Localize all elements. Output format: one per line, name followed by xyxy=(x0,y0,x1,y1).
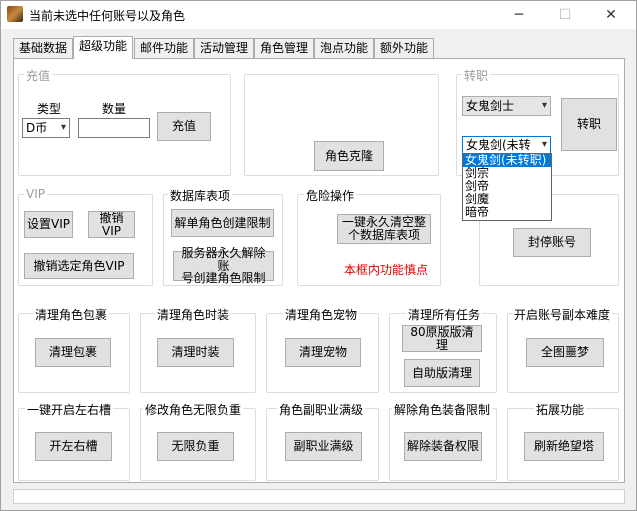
infinite-weight-button[interactable]: 无限负重 xyxy=(157,432,234,461)
maximize-button[interactable]: ☐ xyxy=(542,1,588,29)
class-select-value: 女鬼剑士 xyxy=(466,99,515,113)
dropdown-option[interactable]: 暗帝 xyxy=(463,206,551,219)
dropdown-option[interactable]: 剑帝 xyxy=(463,180,551,193)
window-title: 当前未选中任何账号以及角色 xyxy=(29,9,186,23)
infinite-weight-label: 修改角色无限负重 xyxy=(143,401,244,418)
tab-basic-data[interactable]: 基础数据 xyxy=(13,38,73,58)
danger-warning-text: 本框内功能慎点 xyxy=(344,263,429,277)
tab-extra[interactable]: 额外功能 xyxy=(374,38,434,58)
unlock-server-permanent-button[interactable]: 服务器永久解除账 号创建角色限制 xyxy=(173,247,274,284)
set-vip-button[interactable]: 设置VIP xyxy=(24,211,73,238)
chevron-down-icon: ▾ xyxy=(541,100,547,111)
currency-select-value: D币 xyxy=(26,121,48,135)
ban-account-button[interactable]: 封停账号 xyxy=(513,228,591,257)
sub-job-max-label: 角色副职业满级 xyxy=(277,401,366,418)
job-change-button[interactable]: 转职 xyxy=(561,98,617,151)
clear-fashion-button[interactable]: 清理时装 xyxy=(157,338,234,367)
tab-activity[interactable]: 活动管理 xyxy=(194,38,254,58)
tab-bubble-points[interactable]: 泡点功能 xyxy=(314,38,374,58)
clear-bag-button[interactable]: 清理包裹 xyxy=(35,338,111,367)
equip-limit-label: 解除角色装备限制 xyxy=(392,401,493,418)
main-window: 当前未选中任何账号以及角色 ─ ☐ ✕ 基础数据 超级功能 邮件功能 活动管理 … xyxy=(0,0,637,511)
database-group-label: 数据库表项 xyxy=(168,187,233,204)
amount-label: 数量 xyxy=(102,102,127,116)
clone-character-button[interactable]: 角色克隆 xyxy=(314,141,384,171)
clear-bag-label: 清理角色包裹 xyxy=(33,306,110,323)
nightmare-all-maps-button[interactable]: 全图噩梦 xyxy=(526,338,604,367)
tab-role-management[interactable]: 角色管理 xyxy=(254,38,314,58)
status-bar xyxy=(13,489,625,504)
cancel-vip-button[interactable]: 撤销VIP xyxy=(88,211,135,238)
left-right-slot-label: 一键开启左右槽 xyxy=(25,401,114,418)
clear-tasks-label: 清理所有任务 xyxy=(406,306,483,323)
close-button[interactable]: ✕ xyxy=(588,1,634,29)
dropdown-option[interactable]: 女鬼剑(未转职) xyxy=(463,154,551,167)
subclass-select-value: 女鬼剑(未转 xyxy=(466,138,531,152)
unlock-single-role-button[interactable]: 解单角色创建限制 xyxy=(171,209,274,237)
clear-fashion-label: 清理角色时装 xyxy=(155,306,232,323)
recharge-button[interactable]: 充值 xyxy=(157,112,211,141)
recharge-group-label: 充值 xyxy=(24,67,53,84)
danger-group-label: 危险操作 xyxy=(304,187,357,204)
chevron-down-icon: ▾ xyxy=(60,122,66,133)
job-change-group-label: 转职 xyxy=(462,67,491,84)
chevron-down-icon: ▾ xyxy=(541,139,547,150)
tab-super-functions[interactable]: 超级功能 xyxy=(73,36,133,59)
clear-pet-button[interactable]: 清理宠物 xyxy=(285,338,361,367)
dropdown-option[interactable]: 剑宗 xyxy=(463,167,551,180)
class-select[interactable]: 女鬼剑士 ▾ xyxy=(462,96,551,116)
remove-equip-limit-button[interactable]: 解除装备权限 xyxy=(404,432,482,461)
minimize-button[interactable]: ─ xyxy=(496,1,542,29)
subclass-dropdown-list: 女鬼剑(未转职) 剑宗 剑帝 剑魔 暗帝 xyxy=(462,153,552,221)
amount-input[interactable] xyxy=(78,118,150,138)
subclass-select[interactable]: 女鬼剑(未转 ▾ xyxy=(462,136,551,154)
clear-pet-label: 清理角色宠物 xyxy=(283,306,360,323)
cancel-selected-vip-button[interactable]: 撤销选定角色VIP xyxy=(24,253,134,279)
open-left-right-slot-button[interactable]: 开左右槽 xyxy=(35,432,112,461)
dungeon-difficulty-label: 开启账号副本难度 xyxy=(512,306,613,323)
clear-database-button[interactable]: 一键永久清空整 个数据库表项 xyxy=(337,214,431,244)
clear-tasks-original-button[interactable]: 80原版版清理 xyxy=(402,325,482,352)
sub-job-max-button[interactable]: 副职业满级 xyxy=(285,432,362,461)
extension-label: 拓展功能 xyxy=(534,401,587,418)
clear-tasks-selfhelp-button[interactable]: 自助版清理 xyxy=(404,359,480,387)
currency-select[interactable]: D币 ▾ xyxy=(22,118,70,138)
refresh-despair-tower-button[interactable]: 刷新绝望塔 xyxy=(524,432,604,461)
tab-mail[interactable]: 邮件功能 xyxy=(134,38,194,58)
vip-group-label: VIP xyxy=(24,187,47,201)
dropdown-option[interactable]: 剑魔 xyxy=(463,193,551,206)
game-avatar-icon xyxy=(7,6,23,22)
title-bar: 当前未选中任何账号以及角色 ─ ☐ ✕ xyxy=(1,1,636,29)
currency-type-label: 类型 xyxy=(37,102,62,116)
